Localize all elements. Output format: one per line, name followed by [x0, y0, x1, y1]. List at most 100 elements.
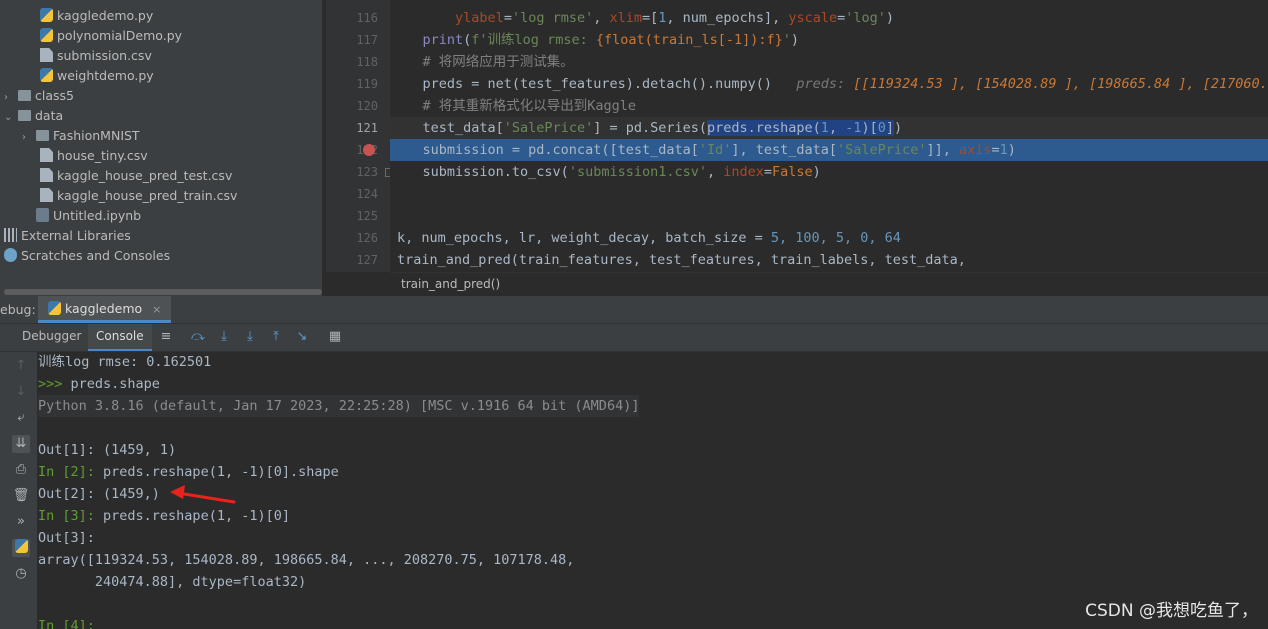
- run-to-cursor-icon[interactable]: ↘: [294, 329, 310, 345]
- evaluate-table-icon[interactable]: ▦: [327, 329, 343, 345]
- scratches-icon: [4, 248, 17, 262]
- tree-item-label: External Libraries: [21, 228, 131, 243]
- history-clock-icon[interactable]: ◷: [12, 565, 30, 583]
- code-line-126: k, num_epochs, lr, weight_decay, batch_s…: [397, 230, 901, 246]
- tree-item[interactable]: polynomialDemo.py: [40, 26, 182, 46]
- tree-item[interactable]: Untitled.ipynb: [22, 206, 141, 226]
- chevron-icon[interactable]: ›: [22, 128, 36, 148]
- project-tree: kaggledemo.py polynomialDemo.py submission…: [0, 0, 322, 296]
- tree-item[interactable]: kaggledemo.py: [40, 6, 153, 26]
- line-number[interactable]: 120: [326, 95, 378, 117]
- tab-debugger[interactable]: Debugger: [14, 324, 89, 349]
- step-into-icon[interactable]: ⤓: [242, 329, 258, 345]
- tab-console[interactable]: Console: [88, 324, 152, 351]
- console-line: In [3]: preds.reshape(1, -1)[0]: [38, 508, 290, 524]
- tree-item[interactable]: house_tiny.csv: [40, 146, 148, 166]
- console-line: In [2]: preds.reshape(1, -1)[0].shape: [38, 464, 339, 480]
- folder-icon: [36, 130, 49, 141]
- tree-item[interactable]: External Libraries: [4, 226, 131, 246]
- more-icon[interactable]: »: [12, 513, 30, 531]
- tree-item-label: FashionMNIST: [53, 128, 140, 143]
- breakpoint-icon[interactable]: [363, 144, 375, 156]
- line-number[interactable]: 118: [326, 51, 378, 73]
- code-line-127: train_and_pred(train_features, test_feat…: [397, 252, 966, 268]
- notebook-file-icon: [36, 208, 49, 222]
- show-execution-point-icon[interactable]: ⤼: [190, 329, 206, 345]
- tree-item[interactable]: ⌄ data: [4, 106, 63, 126]
- python-file-icon: [40, 28, 53, 42]
- tree-item-label: polynomialDemo.py: [57, 28, 183, 43]
- libraries-icon: [4, 228, 17, 242]
- line-number[interactable]: 125: [326, 205, 378, 227]
- tree-item[interactable]: weightdemo.py: [40, 66, 154, 86]
- scroll-to-end-icon[interactable]: ⇊: [12, 435, 30, 453]
- python-console-icon[interactable]: [12, 539, 30, 557]
- debug-label: ebug:: [0, 302, 36, 317]
- up-arrow-icon[interactable]: ↑: [12, 357, 30, 375]
- close-icon[interactable]: ×: [152, 303, 161, 316]
- code-line-117: print(f'训练log rmse: {float(train_ls[-1])…: [422, 32, 800, 48]
- chevron-icon[interactable]: ›: [4, 88, 18, 108]
- tree-item-label: data: [35, 108, 64, 123]
- line-number[interactable]: 127: [326, 249, 378, 271]
- code-line-116-wrap: [390, 0, 1268, 8]
- console-line: Out[2]: (1459,): [38, 486, 160, 502]
- tree-item-label: Untitled.ipynb: [53, 208, 142, 223]
- editor-gutter: 116117118119120121122123124125126127: [326, 0, 394, 272]
- csv-file-icon: [40, 148, 53, 162]
- watermark: CSDN @我想吃鱼了，: [1085, 601, 1258, 621]
- python-file-icon: [40, 8, 53, 22]
- tree-item-label: kaggle_house_pred_test.csv: [57, 168, 233, 183]
- breadcrumb[interactable]: train_and_pred(): [390, 272, 1268, 297]
- annotation-arrow-icon: [170, 485, 236, 504]
- tree-item[interactable]: submission.csv: [40, 46, 152, 66]
- chevron-icon[interactable]: ⌄: [4, 108, 18, 128]
- tree-item-label: kaggledemo.py: [57, 8, 154, 23]
- line-number[interactable]: 126: [326, 227, 378, 249]
- tree-item[interactable]: Scratches and Consoles: [4, 246, 170, 266]
- line-number[interactable]: 119: [326, 73, 378, 95]
- down-arrow-icon[interactable]: ↓: [12, 383, 30, 401]
- code-line-122-execution-point: submission = pd.concat([test_data['Id'],…: [390, 139, 1268, 161]
- csv-file-icon: [40, 168, 53, 182]
- code-line-118: # 将网络应用于测试集。: [390, 54, 574, 70]
- code-line-116: ylabel='log rmse', xlim=[1, num_epochs],…: [455, 10, 895, 26]
- folder-icon: [18, 90, 31, 101]
- tree-item-label: class5: [35, 88, 74, 103]
- line-number[interactable]: 123: [326, 161, 378, 183]
- code-editor[interactable]: ylabel='log rmse', xlim=[1, num_epochs],…: [390, 0, 1268, 272]
- line-number[interactable]: 117: [326, 29, 378, 51]
- tree-item-label: weightdemo.py: [57, 68, 154, 83]
- print-icon[interactable]: ⎙: [12, 461, 30, 479]
- console-banner: Python 3.8.16 (default, Jan 17 2023, 22:…: [38, 395, 640, 417]
- menu-icon[interactable]: ≡: [158, 329, 174, 345]
- console-line: 240474.88], dtype=float32): [38, 574, 307, 590]
- console-line: Out[1]: (1459, 1): [38, 442, 177, 458]
- folder-icon: [18, 110, 31, 121]
- project-tree-scrollbar[interactable]: [0, 288, 322, 296]
- step-out-icon[interactable]: ⤒: [268, 329, 284, 345]
- tree-item-label: kaggle_house_pred_train.csv: [57, 188, 238, 203]
- line-number[interactable]: 124: [326, 183, 378, 205]
- tree-item-label: submission.csv: [57, 48, 152, 63]
- tree-item-label: Scratches and Consoles: [21, 248, 171, 263]
- tree-item[interactable]: kaggle_house_pred_test.csv: [40, 166, 232, 186]
- tree-item-label: house_tiny.csv: [57, 148, 148, 163]
- tree-item[interactable]: › FashionMNIST: [22, 126, 140, 146]
- line-number[interactable]: 121: [326, 117, 378, 139]
- python-file-icon: [40, 68, 53, 82]
- tree-item[interactable]: › class5: [4, 86, 74, 106]
- code-line-119: preds = net(test_features).detach().nump…: [390, 76, 1268, 92]
- code-line-121: test_data['SalePrice'] = pd.Series(preds…: [390, 117, 1268, 139]
- step-over-icon[interactable]: ⤓: [216, 329, 232, 345]
- console-input-prompt[interactable]: In [4]:: [38, 615, 103, 629]
- code-line-120: # 将其重新格式化以导出到Kaggle: [390, 98, 637, 114]
- breadcrumb-function[interactable]: train_and_pred(): [401, 277, 500, 291]
- csv-file-icon: [40, 188, 53, 202]
- debug-session-tab[interactable]: kaggledemo ×: [38, 296, 172, 323]
- line-number[interactable]: 116: [326, 7, 378, 29]
- soft-wrap-icon[interactable]: ⤶: [12, 409, 30, 427]
- scrollbar-thumb[interactable]: [4, 289, 322, 295]
- tree-item[interactable]: kaggle_house_pred_train.csv: [40, 186, 237, 206]
- trash-icon[interactable]: 🗑: [12, 487, 30, 505]
